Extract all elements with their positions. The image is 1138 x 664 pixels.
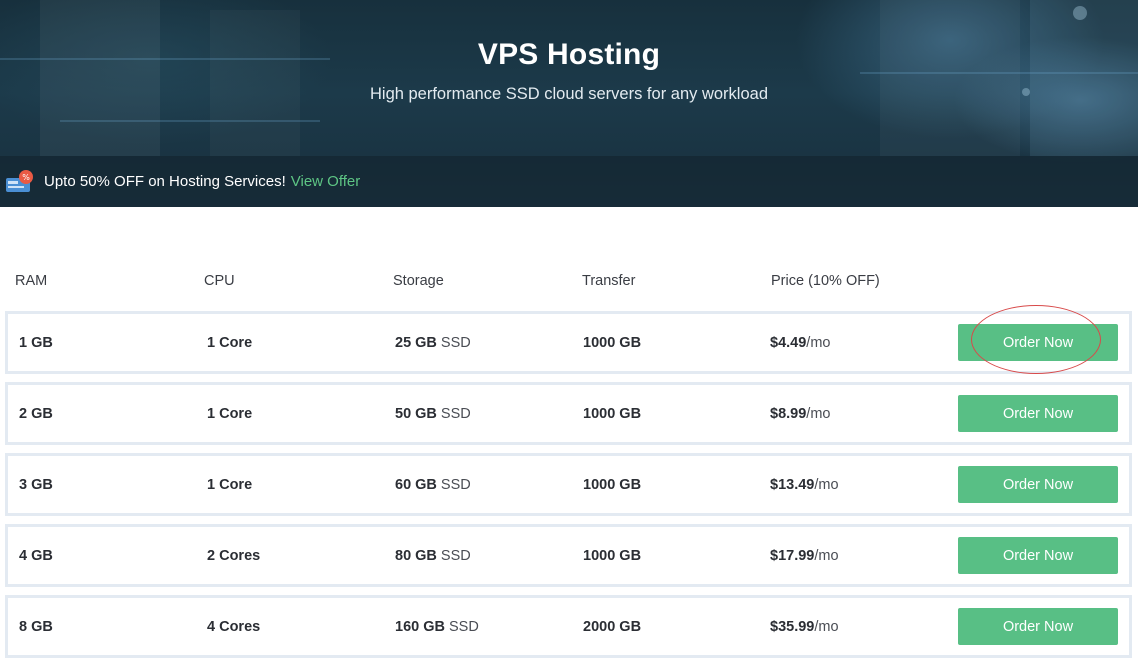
transfer-cell: 1000 GB — [583, 476, 642, 493]
ram-cell: 1 GB — [19, 334, 53, 351]
cpu-cell: 4 Cores — [207, 618, 261, 635]
table-row: 2 GB 1 Core 50 GB SSD 1000 GB $8.99/mo Or… — [5, 382, 1132, 445]
table-row: 3 GB 1 Core 60 GB SSD 1000 GB $13.49/mo O… — [5, 453, 1132, 516]
price-cell: $17.99/mo — [770, 547, 839, 564]
cpu-cell: 2 Cores — [207, 547, 261, 564]
offer-text: Upto 50% OFF on Hosting Services! — [44, 173, 286, 190]
hero-banner: VPS Hosting High performance SSD cloud s… — [0, 0, 1138, 207]
background-server-rack — [1030, 0, 1138, 156]
page-title: VPS Hosting — [477, 38, 661, 71]
svg-text:%: % — [22, 173, 30, 182]
price-cell: $13.49/mo — [770, 476, 839, 493]
cpu-cell: 1 Core — [207, 405, 253, 422]
price-cell: $4.49/mo — [770, 334, 831, 351]
order-now-button[interactable]: Order Now — [958, 466, 1118, 503]
transfer-cell: 1000 GB — [583, 547, 642, 564]
storage-cell: 160 GB SSD — [395, 618, 479, 635]
background-server-rack — [880, 0, 1020, 156]
view-offer-link[interactable]: View Offer — [291, 173, 360, 190]
table-row: 8 GB 4 Cores 160 GB SSD 2000 GB $35.99/mo… — [5, 595, 1132, 658]
storage-cell: 25 GB SSD — [395, 334, 471, 351]
ram-cell: 4 GB — [19, 547, 53, 564]
table-row: 4 GB 2 Cores 80 GB SSD 1000 GB $17.99/mo … — [5, 524, 1132, 587]
order-now-button[interactable]: Order Now — [958, 324, 1118, 361]
background-server-rack — [210, 10, 300, 156]
order-now-button[interactable]: Order Now — [958, 537, 1118, 574]
background-server-rack — [40, 0, 160, 156]
order-now-button[interactable]: Order Now — [958, 608, 1118, 645]
ram-cell: 3 GB — [19, 476, 53, 493]
background-line — [60, 120, 320, 122]
header-storage: Storage — [393, 273, 444, 289]
price-cell: $8.99/mo — [770, 405, 831, 422]
storage-cell: 60 GB SSD — [395, 476, 471, 493]
header-ram: RAM — [15, 273, 48, 289]
background-line — [860, 72, 1138, 74]
header-transfer: Transfer — [582, 273, 636, 289]
ram-cell: 2 GB — [19, 405, 53, 422]
offer-bar: % Upto 50% OFF on Hosting Services! View… — [0, 156, 1138, 207]
price-cell: $35.99/mo — [770, 618, 839, 635]
table-header: RAM CPU Storage Transfer Price (10% OFF) — [15, 273, 1125, 293]
storage-cell: 50 GB SSD — [395, 405, 471, 422]
page-subtitle: High performance SSD cloud servers for a… — [369, 85, 768, 103]
header-cpu: CPU — [204, 273, 235, 289]
header-price: Price (10% OFF) — [771, 273, 880, 289]
table-row: 1 GB 1 Core 25 GB SSD 1000 GB $4.49/mo Or… — [5, 311, 1132, 374]
transfer-cell: 1000 GB — [583, 405, 642, 422]
transfer-cell: 2000 GB — [583, 618, 642, 635]
sale-tag-icon: % — [6, 169, 33, 192]
transfer-cell: 1000 GB — [583, 334, 642, 351]
cpu-cell: 1 Core — [207, 334, 253, 351]
cpu-cell: 1 Core — [207, 476, 253, 493]
ram-cell: 8 GB — [19, 618, 53, 635]
background-light — [1073, 6, 1087, 20]
storage-cell: 80 GB SSD — [395, 547, 471, 564]
order-now-button[interactable]: Order Now — [958, 395, 1118, 432]
